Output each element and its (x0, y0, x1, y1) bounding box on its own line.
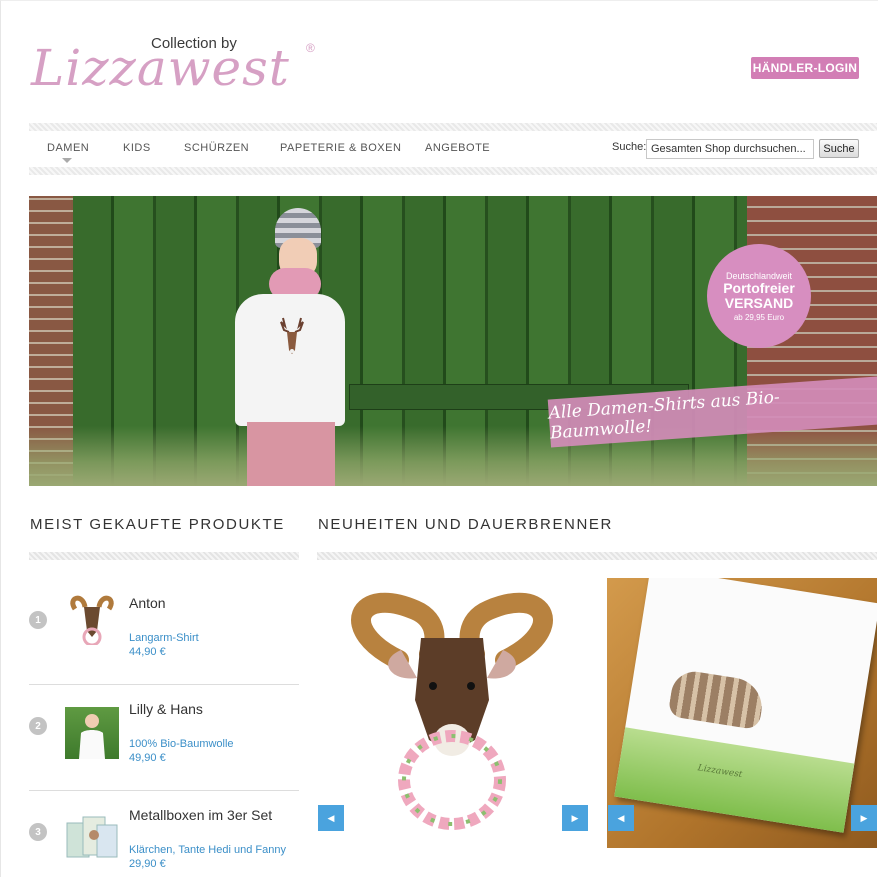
nav-item-damen[interactable]: DAMEN (47, 142, 89, 154)
new-products-stripe (317, 552, 877, 560)
rank-badge: 2 (29, 717, 47, 735)
search-input[interactable] (646, 139, 814, 159)
product-price: 29,90 € (129, 858, 166, 870)
deer-icon (275, 316, 309, 363)
product-subtitle[interactable]: Langarm-Shirt (129, 632, 199, 644)
product-thumbnail-anton[interactable] (65, 593, 119, 647)
model-trousers (247, 422, 335, 486)
product-subtitle[interactable]: Klärchen, Tante Hedi und Fanny (129, 844, 286, 856)
notepad-grass (614, 727, 855, 833)
rank-badge: 1 (29, 611, 47, 629)
nav-top-stripe (29, 123, 877, 131)
logo[interactable]: Collection by Lizzawest ® (31, 29, 331, 99)
product-name[interactable]: Anton (129, 595, 166, 611)
nav-item-kids[interactable]: KIDS (123, 142, 151, 154)
carousel-notepad[interactable]: Lizzawest ◀ ▶ (607, 578, 877, 848)
badge-line-2: Portofreier (723, 279, 795, 296)
rank-badge: 3 (29, 823, 47, 841)
bestsellers-stripe (29, 552, 299, 560)
badge-line-1: Deutschlandweit (725, 270, 793, 281)
dealer-login-button[interactable]: HÄNDLER-LOGIN (751, 57, 859, 79)
badge-line-3: VERSAND (724, 294, 794, 311)
hero-banner[interactable]: Deutschlandweit Portofreier VERSAND ab 2… (29, 196, 877, 486)
main-nav: DAMEN KIDS SCHÜRZEN PAPETERIE & BOXEN AN… (29, 133, 877, 165)
product-price: 44,90 € (129, 646, 166, 658)
notepad-product-image: Lizzawest (614, 578, 877, 833)
search-label: Suche: (612, 141, 647, 153)
new-products-title: NEUHEITEN UND DAUERBRENNER (318, 516, 613, 533)
product-thumbnail-lilly-hans[interactable] (65, 707, 119, 759)
nav-item-angebote[interactable]: ANGEBOTE (425, 142, 490, 154)
product-name[interactable]: Lilly & Hans (129, 701, 203, 717)
logo-registered-mark: ® (306, 41, 315, 55)
hero-grass (29, 426, 877, 486)
bestsellers-title: MEIST GEKAUFTE PRODUKTE (30, 516, 285, 533)
page: Collection by Lizzawest ® HÄNDLER-LOGIN … (0, 0, 878, 877)
product-price: 49,90 € (129, 752, 166, 764)
active-nav-indicator-icon (62, 158, 72, 163)
arrow-left-icon[interactable]: ◀ (318, 805, 344, 831)
product-thumbnail-metallboxen[interactable] (65, 813, 119, 865)
free-shipping-badge[interactable]: Deutschlandweit Portofreier VERSAND ab 2… (707, 244, 811, 348)
hero-model (217, 208, 347, 486)
arrow-right-icon[interactable]: ▶ (562, 805, 588, 831)
wild-boar-illustration (667, 668, 766, 731)
search-button[interactable]: Suche (819, 139, 859, 158)
list-item[interactable]: 2 Lilly & Hans 100% Bio-Baumwolle 49,90 … (29, 685, 299, 791)
nav-item-schuerzen[interactable]: SCHÜRZEN (184, 142, 249, 154)
logo-wordmark: Lizzawest (31, 39, 290, 97)
product-name[interactable]: Metallboxen im 3er Set (129, 807, 272, 823)
ram-illustration (337, 590, 557, 840)
badge-line-4: ab 29,95 Euro (733, 312, 785, 322)
list-item[interactable]: 1 Anton Langarm-Shirt 44,90 € (29, 579, 299, 685)
arrow-left-icon[interactable]: ◀ (608, 805, 634, 831)
nav-item-papeterie-boxen[interactable]: PAPETERIE & BOXEN (280, 142, 401, 154)
nav-bottom-stripe (29, 167, 877, 175)
list-item[interactable]: 3 Metallboxen im 3er Set Klärchen, Tante… (29, 791, 299, 877)
carousel-ram[interactable]: ◀ ▶ (317, 578, 593, 848)
arrow-right-icon[interactable]: ▶ (851, 805, 877, 831)
product-subtitle[interactable]: 100% Bio-Baumwolle (129, 738, 234, 750)
